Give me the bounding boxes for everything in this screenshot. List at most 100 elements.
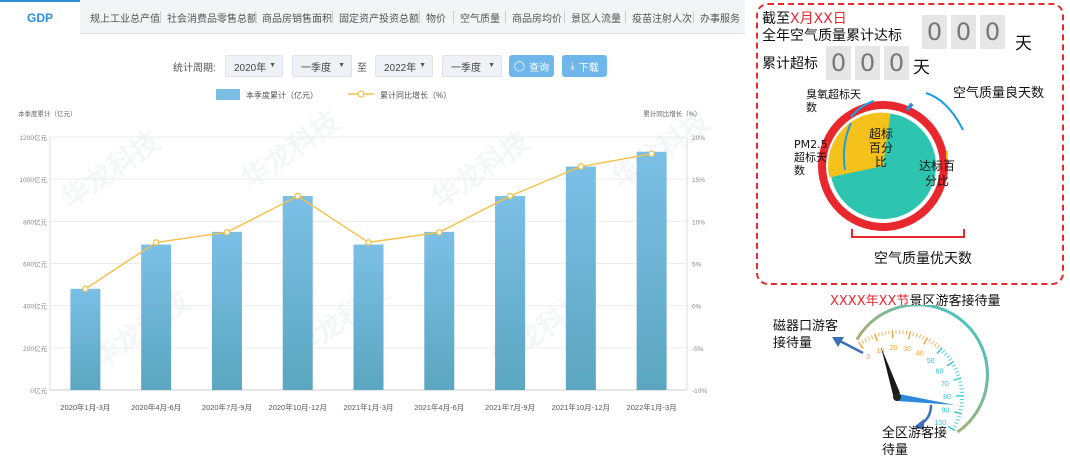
y-tick-label: 400亿元 [23, 302, 47, 311]
growth-point [223, 229, 231, 236]
query-label: 查询 [529, 62, 550, 74]
y2-tick-label: 20% [692, 135, 705, 142]
gauge-tick [931, 340, 935, 345]
y2-tick-label: -10% [692, 388, 707, 395]
gauge-tick [923, 336, 929, 345]
start-year-select[interactable]: 2020年 ▼ [225, 55, 283, 77]
gauge-tick-label: 20 [890, 345, 898, 352]
gauge-tick [959, 405, 964, 408]
x-tick-label: 2020年7月-9月 [202, 402, 252, 412]
chevron-down-icon: ▼ [488, 62, 495, 69]
y-tick-label: 1200亿元 [20, 133, 48, 142]
gauge-tick [955, 418, 960, 422]
y-axis-title: 本季度累计（亿元） [18, 109, 77, 118]
growth-point [436, 229, 443, 236]
chevron-down-icon: ▼ [269, 62, 276, 69]
tab-separator [332, 11, 333, 23]
gauge-tick-label: 80 [943, 394, 951, 401]
growth-point [648, 150, 655, 158]
x-tick-label: 2020年10月-12月 [269, 402, 327, 412]
watermark-text: 华龙科技 [235, 104, 346, 195]
tab-separator [255, 11, 256, 23]
gauge-tick [941, 349, 946, 354]
gauge-tick-label: 0 [866, 354, 870, 361]
excellent-bracket [851, 229, 965, 238]
gauge-tick [946, 360, 955, 367]
gauge-tick [948, 358, 953, 362]
tab-item[interactable]: 物价 [426, 0, 446, 34]
tab-item[interactable]: 商品房销售面积 [262, 0, 332, 34]
tab-gdp[interactable]: GDP [0, 0, 80, 34]
gauge-tick [912, 332, 915, 337]
bar [424, 231, 455, 390]
tab-separator [453, 11, 454, 23]
gauge-tick [867, 336, 871, 341]
download-label: 下载 [578, 62, 599, 74]
gauge-tick [958, 384, 963, 387]
y-tick-label: 600亿元 [23, 260, 47, 269]
tab-item[interactable]: 固定资产投资总额 [339, 0, 419, 34]
bar [70, 288, 101, 390]
tab-item[interactable]: 景区人流量 [571, 0, 621, 34]
bar [636, 151, 667, 390]
gauge-tick [954, 422, 959, 425]
tab-item[interactable]: 规上工业总产值 [90, 0, 160, 34]
tab-item[interactable]: 空气质量 [460, 0, 500, 34]
bar [141, 244, 172, 390]
tab-separator [625, 11, 626, 23]
gauge-tick [881, 331, 883, 336]
x-tick-label: 2021年1月-3月 [343, 402, 393, 412]
tab-item[interactable]: 办事服务 [700, 0, 740, 34]
start-quarter-value: 一季度 [301, 62, 331, 74]
gauge-tick [946, 355, 950, 359]
gauge-tick [958, 409, 963, 411]
start-quarter-select[interactable]: 一季度 ▼ [292, 55, 352, 77]
growth-point [82, 285, 89, 293]
growth-point [577, 163, 585, 170]
y2-tick-label: 15% [692, 177, 705, 184]
tab-item[interactable]: 疫苗注射人次 [632, 0, 692, 34]
exceed-percent-label: 超标百分比 [868, 127, 893, 169]
growth-point [365, 239, 372, 246]
chevron-down-icon: ▼ [338, 62, 345, 69]
gauge-tick [884, 330, 887, 336]
ozone-label: 臭氧超标天数 [806, 88, 861, 114]
legend-bar-label: 本季度累计（亿元） [246, 90, 318, 100]
total-visitors-label: 全区游客接待量 [882, 426, 948, 458]
y-tick-label: 1000亿元 [20, 175, 48, 184]
gauge-tick [944, 352, 948, 356]
gauge-tick [891, 330, 894, 339]
tab-separator [505, 11, 506, 23]
growth-point [294, 192, 301, 200]
end-quarter-select[interactable]: 一季度 ▼ [442, 55, 502, 77]
watermark-text: 华龙科技 [55, 124, 166, 215]
standard-percent-label: 达标百分比 [918, 159, 955, 188]
y-tick-label: 800亿元 [23, 217, 47, 226]
gauge-tick [877, 332, 880, 337]
tab-separator [693, 11, 694, 23]
period-label: 统计周期: [173, 63, 216, 74]
growth-point [152, 239, 160, 246]
legend-line-label: 累计同比增长（%） [380, 90, 451, 100]
gauge-tick-label: 40 [916, 350, 924, 357]
gauge-tick [956, 415, 961, 418]
gauge-tick-label: 90 [942, 408, 950, 415]
end-year-value: 2022年 [384, 62, 417, 74]
tab-item[interactable]: 商品房均价 [512, 0, 562, 34]
tab-bar: GDP 规上工业总产值 社会消费品零售总额 商品房销售面积 固定资产投资总额 物价 空气质… [0, 0, 745, 34]
x-tick-label: 2021年4月-6月 [414, 402, 464, 412]
gauge-tick [918, 334, 922, 339]
gauge-tick [873, 333, 878, 342]
watermark-text: 华龙科技 [85, 284, 196, 375]
gauge-tick [905, 330, 908, 335]
gauge-tick [951, 364, 956, 367]
end-year-select[interactable]: 2022年 ▼ [375, 55, 433, 77]
query-button[interactable]: ◯ 查询 [509, 55, 554, 77]
download-button[interactable]: ⤓ 下载 [562, 55, 607, 77]
tab-item[interactable]: 社会消费品零售总额 [167, 0, 257, 34]
gauge-tick-label: 70 [941, 381, 949, 388]
gauge-tick [936, 344, 940, 349]
gauge-tick [933, 342, 937, 347]
legend-line-marker [357, 90, 365, 98]
bar [282, 196, 313, 390]
